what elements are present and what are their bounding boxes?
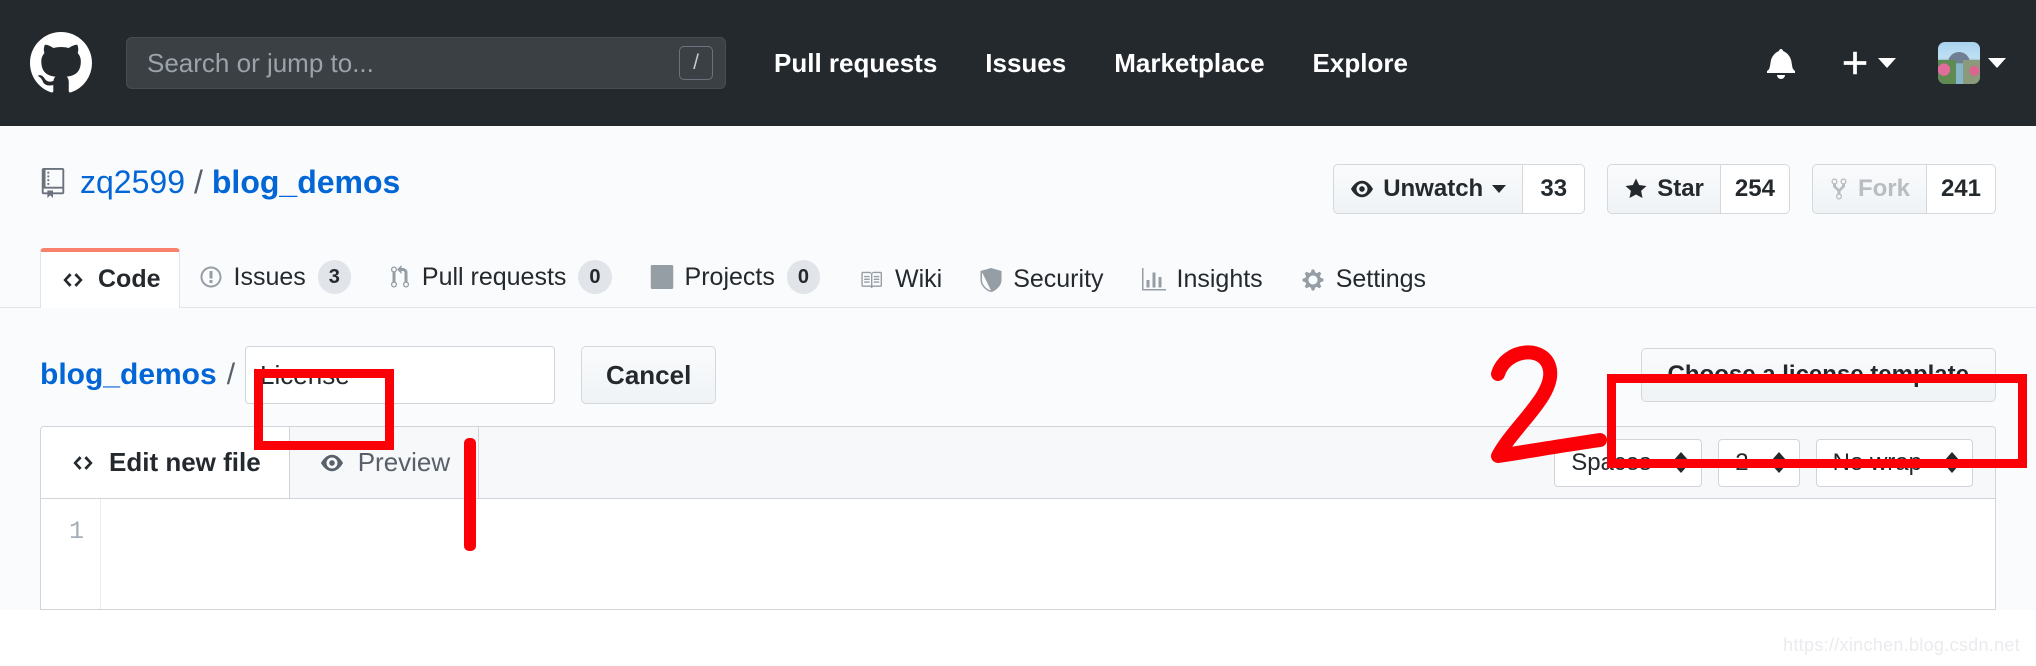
tab-wiki[interactable]: Wiki	[839, 248, 961, 308]
repo-book-icon	[40, 167, 66, 198]
git-pull-request-icon	[389, 265, 411, 289]
file-editor: Edit new file Preview Spaces 2 No wrap 1	[40, 426, 1996, 610]
tab-issues[interactable]: Issues 3	[180, 243, 370, 308]
breadcrumb-separator: /	[226, 358, 236, 391]
shield-icon	[980, 267, 1002, 292]
create-new-menu[interactable]	[1840, 48, 1896, 78]
fork-label: Fork	[1857, 175, 1910, 202]
tab-settings-label: Settings	[1335, 265, 1427, 293]
choose-a-license-template-button[interactable]: Choose a license template	[1640, 348, 1996, 402]
chevron-down-icon	[1492, 185, 1507, 193]
eye-icon	[318, 452, 346, 474]
fork-button[interactable]: Fork	[1811, 164, 1927, 214]
repository-title: zq2599 / blog_demos	[40, 164, 400, 201]
tab-issues-count: 3	[317, 260, 351, 294]
sort-arrows-icon	[1944, 452, 1960, 473]
line-number: 1	[41, 499, 101, 609]
watch-count[interactable]: 33	[1523, 164, 1586, 214]
repo-name-link[interactable]: blog_demos	[212, 164, 400, 201]
book-icon	[858, 269, 884, 291]
nav-link-pull-requests[interactable]: Pull requests	[774, 48, 937, 79]
search-shortcut-badge: /	[679, 46, 713, 80]
global-nav: Pull requests Issues Marketplace Explore	[774, 48, 1408, 79]
star-count[interactable]: 254	[1720, 164, 1790, 214]
sort-arrows-icon	[1673, 452, 1690, 473]
fork-button-group: Fork 241	[1811, 164, 1996, 214]
code-textarea[interactable]	[101, 499, 1995, 609]
tab-pull-requests[interactable]: Pull requests 0	[370, 243, 631, 308]
code-icon	[69, 452, 97, 474]
star-label: Star	[1657, 175, 1704, 202]
search-input[interactable]: Search or jump to... /	[126, 37, 726, 89]
global-header: Search or jump to... / Pull requests Iss…	[0, 0, 2036, 126]
graph-icon	[1141, 267, 1166, 292]
tab-projects-label: Projects	[684, 262, 775, 291]
fork-count[interactable]: 241	[1926, 164, 1996, 214]
line-wrap-select[interactable]: No wrap	[1815, 438, 1973, 487]
repository-nav-tabs: Code Issues 3 Pull requests 0 Projects 0…	[0, 242, 2036, 308]
chevron-down-icon	[1878, 58, 1896, 68]
watch-button-group: Unwatch 33	[1333, 164, 1586, 214]
repo-separator: /	[193, 164, 203, 200]
file-edit-breadcrumb-row: blog_demos / Cancel Choose a license tem…	[0, 346, 2036, 404]
plus-icon	[1840, 48, 1870, 78]
breadcrumb-repo-link[interactable]: blog_demos	[40, 358, 217, 392]
tab-code-label: Code	[98, 265, 161, 293]
nav-link-explore[interactable]: Explore	[1313, 48, 1408, 79]
repository-actions: Unwatch 33 Star 254 Fork 241	[1333, 164, 1996, 214]
unwatch-label: Unwatch	[1383, 175, 1484, 202]
unwatch-button[interactable]: Unwatch	[1333, 164, 1524, 214]
star-button[interactable]: Star	[1607, 164, 1721, 214]
cancel-button[interactable]: Cancel	[581, 346, 717, 404]
filename-input[interactable]	[245, 346, 556, 404]
tab-preview[interactable]: Preview	[290, 427, 480, 498]
tab-insights-label: Insights	[1176, 265, 1263, 293]
project-board-icon	[650, 265, 674, 289]
repository-page: zq2599 / blog_demos Unwatch 33 Star 254 …	[0, 126, 2036, 610]
code-icon	[59, 269, 87, 291]
watermark: https://xinchen.blog.csdn.net	[1783, 635, 2020, 655]
editor-settings: Spaces 2 No wrap	[1538, 427, 1995, 498]
avatar	[1938, 42, 1980, 84]
tab-insights[interactable]: Insights	[1123, 248, 1282, 308]
repo-owner-link[interactable]: zq2599	[80, 164, 185, 201]
repository-header: zq2599 / blog_demos Unwatch 33 Star 254 …	[0, 126, 2036, 214]
indent-size-select[interactable]: 2	[1718, 438, 1800, 487]
gear-icon	[1301, 268, 1325, 292]
indent-size-value: 2	[1735, 448, 1749, 476]
search-placeholder: Search or jump to...	[147, 47, 374, 78]
tab-pull-requests-label: Pull requests	[421, 262, 567, 291]
sort-arrows-icon	[1770, 452, 1787, 473]
tab-edit-new-file-label: Edit new file	[109, 447, 261, 477]
header-right-cluster	[1766, 42, 2006, 84]
tab-edit-new-file[interactable]: Edit new file	[41, 427, 290, 498]
tab-preview-label: Preview	[357, 447, 451, 477]
issue-opened-icon	[199, 265, 223, 289]
tab-projects-count: 0	[786, 260, 820, 294]
tab-pull-requests-count: 0	[578, 260, 612, 294]
indent-mode-value: Spaces	[1571, 448, 1652, 476]
indent-mode-select[interactable]: Spaces	[1554, 438, 1703, 487]
bell-icon[interactable]	[1766, 47, 1796, 79]
nav-link-marketplace[interactable]: Marketplace	[1114, 48, 1264, 79]
tab-security-label: Security	[1013, 265, 1104, 293]
chevron-down-icon	[1988, 58, 2006, 68]
tab-issues-label: Issues	[233, 262, 306, 291]
editor-body[interactable]: 1	[41, 499, 1995, 609]
tab-settings[interactable]: Settings	[1282, 248, 1445, 308]
tab-projects[interactable]: Projects 0	[631, 243, 839, 308]
tab-security[interactable]: Security	[961, 248, 1122, 308]
user-menu[interactable]	[1938, 42, 2006, 84]
nav-link-issues[interactable]: Issues	[985, 48, 1066, 79]
line-wrap-value: No wrap	[1832, 448, 1922, 476]
github-mark-icon[interactable]	[30, 32, 92, 94]
editor-tabbar: Edit new file Preview Spaces 2 No wrap	[41, 427, 1995, 499]
tab-code[interactable]: Code	[40, 248, 180, 308]
star-button-group: Star 254	[1607, 164, 1790, 214]
tab-wiki-label: Wiki	[894, 265, 943, 293]
